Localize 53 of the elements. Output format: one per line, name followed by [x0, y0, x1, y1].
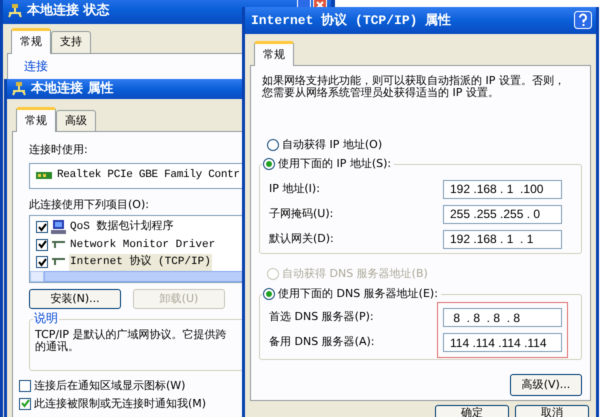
ip-address-field[interactable]: 8 . 8 . 8 . 8	[443, 308, 562, 327]
description-text: 的通讯。	[35, 341, 80, 353]
dialog-button[interactable]: 安装(N)...	[29, 289, 121, 309]
radio-button[interactable]	[263, 288, 275, 300]
checkbox-label: 此连接被限制或无连接时通知我(M)	[34, 396, 206, 412]
field-label: 备用 DNS 服务器(A):	[269, 334, 376, 350]
adapter-name: Realtek PCIe GBE Family Contr	[57, 168, 240, 184]
checkbox[interactable]	[36, 238, 48, 251]
radio-label: 自动获得 DNS 服务器地址(B)	[282, 266, 428, 282]
field-label: 子网掩码(U):	[269, 206, 334, 222]
window-title: 本地连接 状态	[27, 2, 110, 20]
group-label: 说明	[33, 311, 59, 326]
radio-button[interactable]	[267, 139, 279, 152]
computer-icon	[51, 220, 66, 234]
window-title: Internet 协议 (TCP/IP) 属性	[251, 12, 452, 30]
tab[interactable]: 常规	[11, 28, 51, 54]
list-item[interactable]: Network Monitor Driver	[69, 236, 216, 253]
ip-address-field[interactable]: 255 .255 .255 . 0	[443, 204, 562, 224]
dialog-button[interactable]: 取消	[515, 405, 589, 417]
advanced-button[interactable]: 高级(V)...	[510, 374, 582, 396]
radio-label: 使用下面的 IP 地址(S):	[278, 156, 392, 172]
tab[interactable]: 常规	[254, 40, 294, 66]
checkbox[interactable]	[36, 256, 48, 268]
radio-button[interactable]	[263, 158, 275, 170]
tab[interactable]: 常规	[16, 106, 56, 132]
checkbox[interactable]	[19, 380, 31, 392]
description-text: TCP/IP 是默认的广域网协议。它提供跨	[35, 329, 228, 341]
intro-text: 您需要从网络系统管理员处获得适当的 IP 设置。	[262, 87, 500, 99]
window-title: 本地连接 属性	[31, 80, 114, 98]
list-item[interactable]: QoS 数据包计划程序	[69, 219, 174, 236]
radio-label: 自动获得 IP 地址(O)	[282, 137, 382, 153]
tab[interactable]: 支持	[51, 31, 91, 52]
checkbox[interactable]	[36, 221, 48, 234]
network-icon	[11, 82, 27, 96]
field-label: 默认网关(D):	[269, 230, 335, 247]
field-label: 此连接使用下列项目(O):	[29, 196, 150, 212]
intro-text: 如果网络支持此功能，则可以获取自动指派的 IP 设置。否则，	[262, 75, 566, 87]
radio-label: 使用下面的 DNS 服务器地址(E):	[278, 286, 438, 302]
tab[interactable]: 高级	[56, 110, 96, 131]
network-cable-icon	[51, 257, 66, 268]
network-cable-icon	[51, 240, 66, 250]
group-label: 连接	[24, 58, 48, 72]
ip-address-field[interactable]: 192 .168 . 1 .100	[443, 180, 562, 198]
checkbox-label: 连接后在通知区域显示图标(W)	[34, 378, 186, 394]
network-icon	[7, 4, 23, 18]
field-label: 首选 DNS 服务器(P):	[269, 309, 375, 326]
list-item[interactable]: Internet 协议 (TCP/IP)	[69, 254, 212, 270]
ip-address-field[interactable]: 114 .114 .114 .114	[443, 333, 562, 352]
field-label: 连接时使用:	[29, 142, 89, 158]
field-label: IP 地址(I):	[269, 180, 321, 197]
network-card-icon	[36, 170, 52, 180]
ip-address-field[interactable]: 192 .168 . 1 . 1	[443, 230, 562, 248]
checkbox[interactable]	[19, 398, 31, 410]
